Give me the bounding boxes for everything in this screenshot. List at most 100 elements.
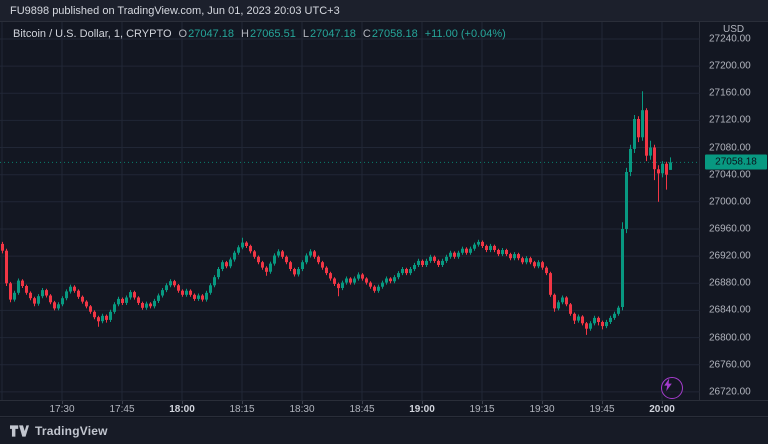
candle-body — [77, 291, 80, 297]
candle-body — [105, 316, 108, 320]
candle-body — [177, 285, 180, 290]
publisher-bar: FU9898 published on TradingView.com, Jun… — [0, 0, 768, 22]
candle-body — [353, 279, 356, 283]
candle-body — [101, 316, 104, 321]
price-axis-label: 27000.00 — [709, 196, 751, 207]
candle-body — [173, 281, 176, 285]
candle-body — [125, 298, 128, 303]
time-axis[interactable]: 17:3017:4518:0018:1518:3018:4519:0019:15… — [0, 400, 768, 417]
candle-body — [569, 304, 572, 314]
candle-body — [333, 279, 336, 284]
ohlc-close: C27058.18 — [363, 28, 418, 40]
candle-body — [449, 253, 452, 257]
candle-body — [381, 283, 384, 287]
candle-body — [385, 279, 388, 283]
candle-body — [33, 298, 36, 303]
candle-body — [601, 322, 604, 326]
candle-body — [517, 254, 520, 258]
price-axis-label: 27240.00 — [709, 34, 751, 45]
candle-body — [273, 256, 276, 264]
candle-body — [337, 284, 340, 288]
candle-body — [21, 281, 24, 286]
ohlc-low: L27047.18 — [303, 28, 356, 40]
candle-body — [545, 268, 548, 273]
price-axis-label: 26840.00 — [709, 305, 751, 316]
candle-body — [281, 251, 284, 256]
candle-body — [209, 285, 212, 293]
candle-body — [117, 299, 120, 304]
price-axis-label: 27080.00 — [709, 142, 751, 153]
candle-body — [9, 283, 12, 299]
candle-body — [25, 286, 28, 293]
price-axis-label: 26960.00 — [709, 224, 751, 235]
candle-body — [109, 312, 112, 320]
candle-body — [565, 298, 568, 305]
candle-body — [201, 296, 204, 300]
brand-bar: TradingView — [0, 418, 768, 444]
candle-body — [13, 293, 16, 300]
candle-body — [141, 303, 144, 308]
candle-body — [525, 258, 528, 262]
candle-body — [485, 246, 488, 250]
candle-body — [277, 251, 280, 255]
candle-body — [345, 279, 348, 283]
candle-body — [649, 148, 652, 156]
candle-body — [417, 261, 420, 265]
candle-body — [477, 242, 480, 245]
candle-body — [537, 262, 540, 266]
candle-body — [493, 246, 496, 250]
candle-body — [241, 243, 244, 248]
candle-body — [169, 281, 172, 285]
candle-body — [641, 110, 644, 137]
candle-body — [73, 287, 76, 291]
candle-body — [501, 250, 504, 254]
candle-body — [553, 295, 556, 309]
candle-body — [541, 262, 544, 267]
candle-body — [561, 298, 564, 303]
candle-body — [229, 260, 232, 267]
candle-body — [529, 258, 532, 262]
candle-body — [325, 268, 328, 273]
candle-body — [249, 246, 252, 251]
candle-body — [629, 149, 632, 172]
candle-body — [61, 298, 64, 304]
price-axis-label: 26760.00 — [709, 359, 751, 370]
candle-body — [153, 301, 156, 306]
candle-body — [285, 257, 288, 262]
candle-body — [661, 164, 664, 174]
candle-body — [597, 318, 600, 322]
candle-body — [137, 298, 140, 303]
candle-body — [1, 244, 4, 251]
candle-body — [149, 304, 152, 307]
candle-body — [453, 253, 456, 257]
change-badge: +11.00 (+0.04%) — [425, 28, 506, 40]
tradingview-logo-icon[interactable] — [10, 425, 29, 437]
price-axis-label: 27160.00 — [709, 88, 751, 99]
time-axis-label: 19:15 — [469, 404, 494, 415]
candle-body — [497, 250, 500, 254]
chart-pane[interactable]: Bitcoin / U.S. Dollar, 1, CRYPTO O27047.… — [0, 22, 700, 400]
candle-body — [133, 292, 136, 297]
time-axis-label: 20:00 — [649, 404, 675, 415]
brand-name[interactable]: TradingView — [35, 424, 108, 438]
candle-body — [145, 304, 148, 308]
lightning-icon — [662, 378, 674, 392]
realtime-flash-button[interactable] — [661, 377, 683, 399]
time-axis-label: 18:15 — [229, 404, 254, 415]
candle-body — [669, 162, 672, 170]
candle-body — [317, 257, 320, 262]
price-axis[interactable]: USD 27240.0027200.0027160.0027120.002708… — [701, 22, 768, 400]
symbol-title[interactable]: Bitcoin / U.S. Dollar, 1, CRYPTO — [13, 28, 172, 40]
last-price-tag: 27058.18 — [705, 155, 767, 170]
candle-body — [237, 247, 240, 252]
price-axis-label: 26720.00 — [709, 386, 751, 397]
candle-body — [221, 262, 224, 269]
time-axis-label: 19:45 — [589, 404, 614, 415]
candle-body — [309, 251, 312, 255]
price-axis-label: 26800.00 — [709, 332, 751, 343]
candlestick-chart[interactable] — [0, 22, 700, 400]
candle-body — [433, 257, 436, 261]
chart-legend: Bitcoin / U.S. Dollar, 1, CRYPTO O27047.… — [13, 27, 506, 41]
candle-body — [57, 304, 60, 308]
candle-body — [369, 283, 372, 287]
